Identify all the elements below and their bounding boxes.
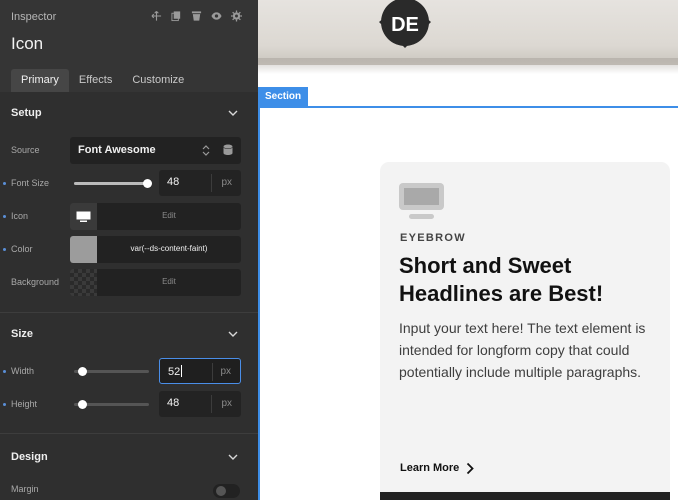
inspector-label: Inspector [11,11,57,23]
site-logo[interactable]: DE [379,0,431,50]
settings-icon[interactable] [231,10,242,22]
slider-knob[interactable] [142,179,152,188]
height-value: 48 [167,397,180,409]
modified-indicator [3,182,6,185]
icon-preview-cell [70,203,97,230]
font-size-label: Font Size [11,178,50,188]
section-tag[interactable]: Section [258,87,309,107]
height-slider[interactable] [74,400,149,409]
design-section-header[interactable]: Design [0,443,258,473]
inspector-toolbar [151,10,242,22]
card-footer-bar [380,492,670,500]
width-label: Width [11,366,35,376]
source-row: Source Font Awesome [0,137,258,164]
visibility-icon[interactable] [211,10,222,22]
card-headline: Short and Sweet Headlines are Best! [399,253,604,306]
setup-section-title: Setup [11,107,42,119]
slider-knob[interactable] [78,367,87,376]
icon-label: Icon [11,211,29,221]
delete-icon[interactable] [191,10,202,22]
margin-row: Margin [0,480,258,500]
color-label: Color [11,244,33,254]
eyebrow-text: EYEBROW [400,232,466,244]
move-icon[interactable] [151,10,162,22]
logo-text: DE [391,14,419,36]
width-value-text: 52 [168,366,181,378]
selection-outline-top [258,106,678,108]
height-unit[interactable]: px [221,398,232,409]
margin-toggle[interactable] [213,484,240,498]
separator [211,395,212,413]
source-label: Source [11,145,40,155]
desktop-icon[interactable] [399,183,445,221]
background-edit-label: Edit [162,277,176,286]
font-size-slider[interactable] [74,179,152,188]
header-image [258,0,678,65]
color-swatch[interactable] [70,236,97,263]
inspector-panel: Inspector Icon Primary Effects Customize… [0,0,258,500]
tab-primary[interactable]: Primary [11,69,69,92]
size-section-title: Size [11,328,34,340]
copy-icon[interactable] [171,10,182,22]
inspector-tabs: Primary Effects Customize [11,69,194,92]
width-unit[interactable]: px [220,366,231,377]
selection-outline-left [258,106,260,500]
width-value: 52 [168,365,183,378]
icon-row: Icon Edit [0,203,258,230]
width-input[interactable]: 52 px [159,358,241,384]
separator [211,174,212,192]
select-arrows-icon [202,145,210,156]
color-value: var(--ds-content-faint) [130,244,208,253]
icon-picker[interactable]: Edit [70,203,241,230]
database-icon[interactable] [223,144,233,156]
setup-section-header[interactable]: Setup [0,99,258,129]
color-row: Color var(--ds-content-faint) [0,236,258,263]
transparent-swatch[interactable] [70,269,97,296]
builder-canvas[interactable]: DE Section EYEBROW Short and Sweet Headl… [258,0,678,500]
learn-more-link[interactable]: Learn More [400,462,459,474]
chevron-down-icon[interactable] [228,110,238,117]
slider-fill [74,182,147,185]
icon-edit-label: Edit [162,211,176,220]
inspector-header: Inspector Icon Primary Effects Customize [0,0,258,92]
divider [0,312,258,313]
modified-indicator [3,370,6,373]
design-section-title: Design [11,451,48,463]
height-row: Height 48 px [0,391,258,418]
divider [0,433,258,434]
separator [212,363,213,381]
background-label: Background [11,277,60,287]
chevron-right-icon[interactable] [466,462,474,475]
font-size-unit[interactable]: px [221,177,232,188]
height-label: Height [11,399,38,409]
color-picker[interactable]: var(--ds-content-faint) [70,236,241,263]
width-slider[interactable] [74,367,149,376]
modified-indicator [3,215,6,218]
size-section-header[interactable]: Size [0,320,258,350]
element-title: Icon [11,34,44,53]
tab-effects[interactable]: Effects [69,69,122,92]
content-card[interactable]: EYEBROW Short and Sweet Headlines are Be… [380,162,670,500]
background-row: Background Edit [0,269,258,296]
chevron-down-icon[interactable] [228,454,238,461]
desktop-icon [76,211,91,222]
text-caret [181,365,183,377]
font-size-value: 48 [167,176,180,188]
height-input[interactable]: 48 px [159,391,241,417]
modified-indicator [3,248,6,251]
slider-knob[interactable] [78,400,87,409]
card-body-text: Input your text here! The text element i… [399,320,646,380]
header-shadow [258,58,678,74]
tab-customize[interactable]: Customize [122,69,194,92]
margin-label: Margin [11,484,39,494]
source-value: Font Awesome [78,144,156,156]
toggle-knob [216,486,226,496]
modified-indicator [3,403,6,406]
font-size-row: Font Size 48 px [0,170,258,197]
font-size-input[interactable]: 48 px [159,170,241,196]
width-row: Width 52 px [0,358,258,385]
chevron-down-icon[interactable] [228,331,238,338]
background-picker[interactable]: Edit [70,269,241,296]
source-select[interactable]: Font Awesome [70,137,241,164]
